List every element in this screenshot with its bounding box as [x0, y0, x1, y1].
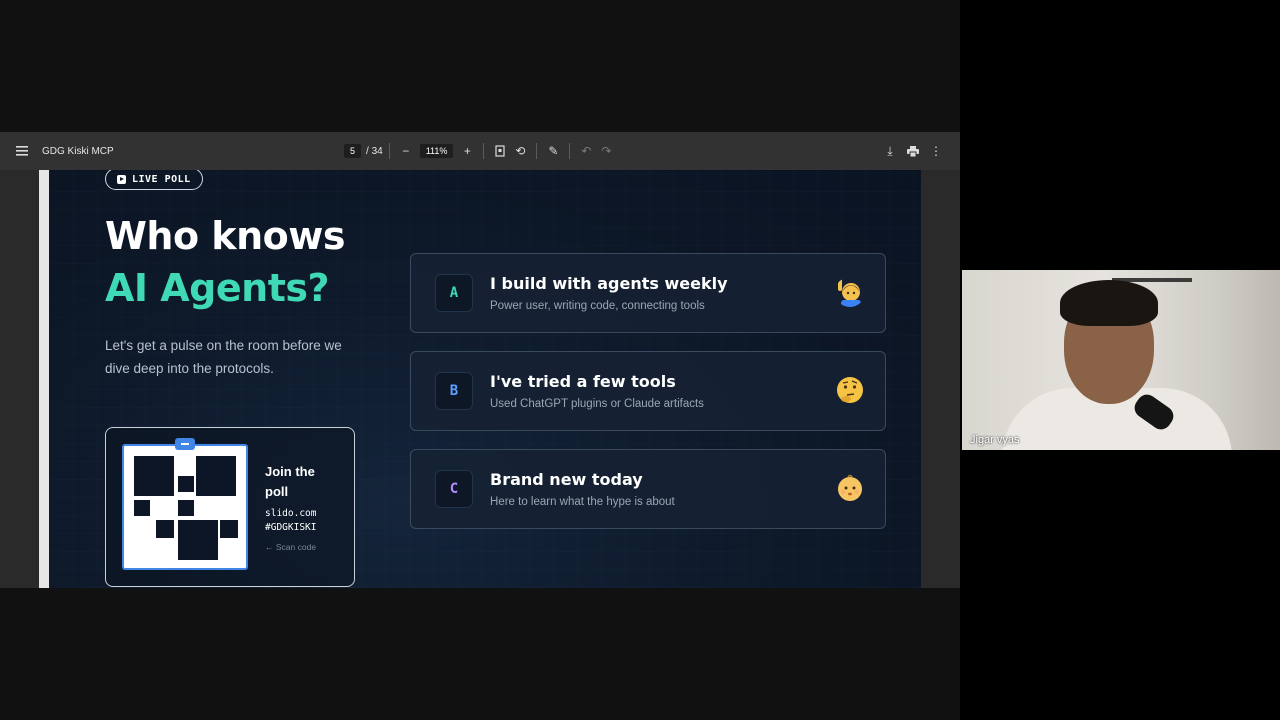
option-letter: C [435, 470, 473, 508]
option-title: I've tried a few tools [490, 372, 676, 391]
option-description: Used ChatGPT plugins or Claude artifacts [490, 398, 704, 410]
option-title: Brand new today [490, 470, 643, 489]
option-description: Power user, writing code, connecting too… [490, 300, 705, 312]
print-icon[interactable] [903, 141, 923, 161]
participant-name: Jigar vyas [970, 434, 1020, 446]
thinking-face-icon [837, 377, 863, 403]
poll-option-b: B I've tried a few tools Used ChatGPT pl… [410, 351, 886, 431]
rotate-icon[interactable]: ⟲ [510, 141, 530, 161]
fit-page-icon[interactable] [490, 141, 510, 161]
page-number-input[interactable]: 5 [344, 144, 362, 158]
download-icon[interactable]: ⤓ [880, 141, 900, 161]
option-letter: A [435, 274, 473, 312]
pdf-viewer[interactable]: LIVE POLL Who knows AI Agents? Let's get… [0, 170, 960, 588]
qr-card: Join the poll slido.com #GDGKISKI ← Scan… [105, 427, 355, 587]
baby-face-icon [838, 474, 862, 501]
slide: LIVE POLL Who knows AI Agents? Let's get… [49, 170, 921, 588]
page-total: / 34 [366, 145, 383, 157]
poll-url: slido.com [265, 508, 317, 519]
slide-subtitle: Let's get a pulse on the room before we … [105, 338, 342, 376]
menu-icon[interactable] [12, 141, 32, 161]
page-edge [39, 170, 49, 588]
zoom-level-input[interactable]: 111% [419, 144, 454, 158]
toolbar-divider [536, 143, 538, 159]
option-title: I build with agents weekly [490, 274, 728, 293]
raising-hand-person-icon [838, 279, 861, 307]
option-letter: B [435, 372, 473, 410]
toolbar-divider [569, 143, 571, 159]
live-poll-badge: LIVE POLL [105, 170, 203, 190]
badge-label: LIVE POLL [132, 173, 191, 185]
slide-title-line-1: Who knows [105, 214, 345, 258]
poll-option-c: C Brand new today Here to learn what the… [410, 449, 886, 529]
toolbar-divider [483, 143, 485, 159]
more-options-icon[interactable]: ⋮ [926, 141, 946, 161]
qr-selection-handle [175, 438, 195, 450]
arrow-left-icon: ← [265, 542, 274, 552]
redo-icon[interactable]: ↷ [596, 141, 616, 161]
scan-code-hint: ← Scan code [265, 542, 317, 552]
toolbar-divider [388, 143, 390, 159]
pdf-toolbar: GDG Kiski MCP 5 / 34 − 111% + ⟲ ✎ ↶ ↷ ⤓ [0, 132, 960, 170]
qr-code [122, 444, 248, 570]
option-description: Here to learn what the hype is about [490, 496, 675, 508]
participant-video-tile[interactable]: Jigar vyas [962, 270, 1280, 450]
screen-share-area: GDG Kiski MCP 5 / 34 − 111% + ⟲ ✎ ↶ ↷ ⤓ [0, 0, 960, 720]
poll-option-a: A I build with agents weekly Power user,… [410, 253, 886, 333]
slide-title-line-2: AI Agents? [105, 266, 330, 310]
poll-code: #GDGKISKI [265, 522, 317, 533]
participant-hair [1060, 280, 1158, 326]
undo-icon[interactable]: ↶ [576, 141, 596, 161]
document-title: GDG Kiski MCP [42, 145, 114, 157]
annotate-icon[interactable]: ✎ [543, 141, 563, 161]
zoom-out-icon[interactable]: − [396, 141, 416, 161]
zoom-in-icon[interactable]: + [457, 141, 477, 161]
play-icon [117, 174, 126, 184]
join-poll-label: Join the poll [265, 464, 315, 499]
